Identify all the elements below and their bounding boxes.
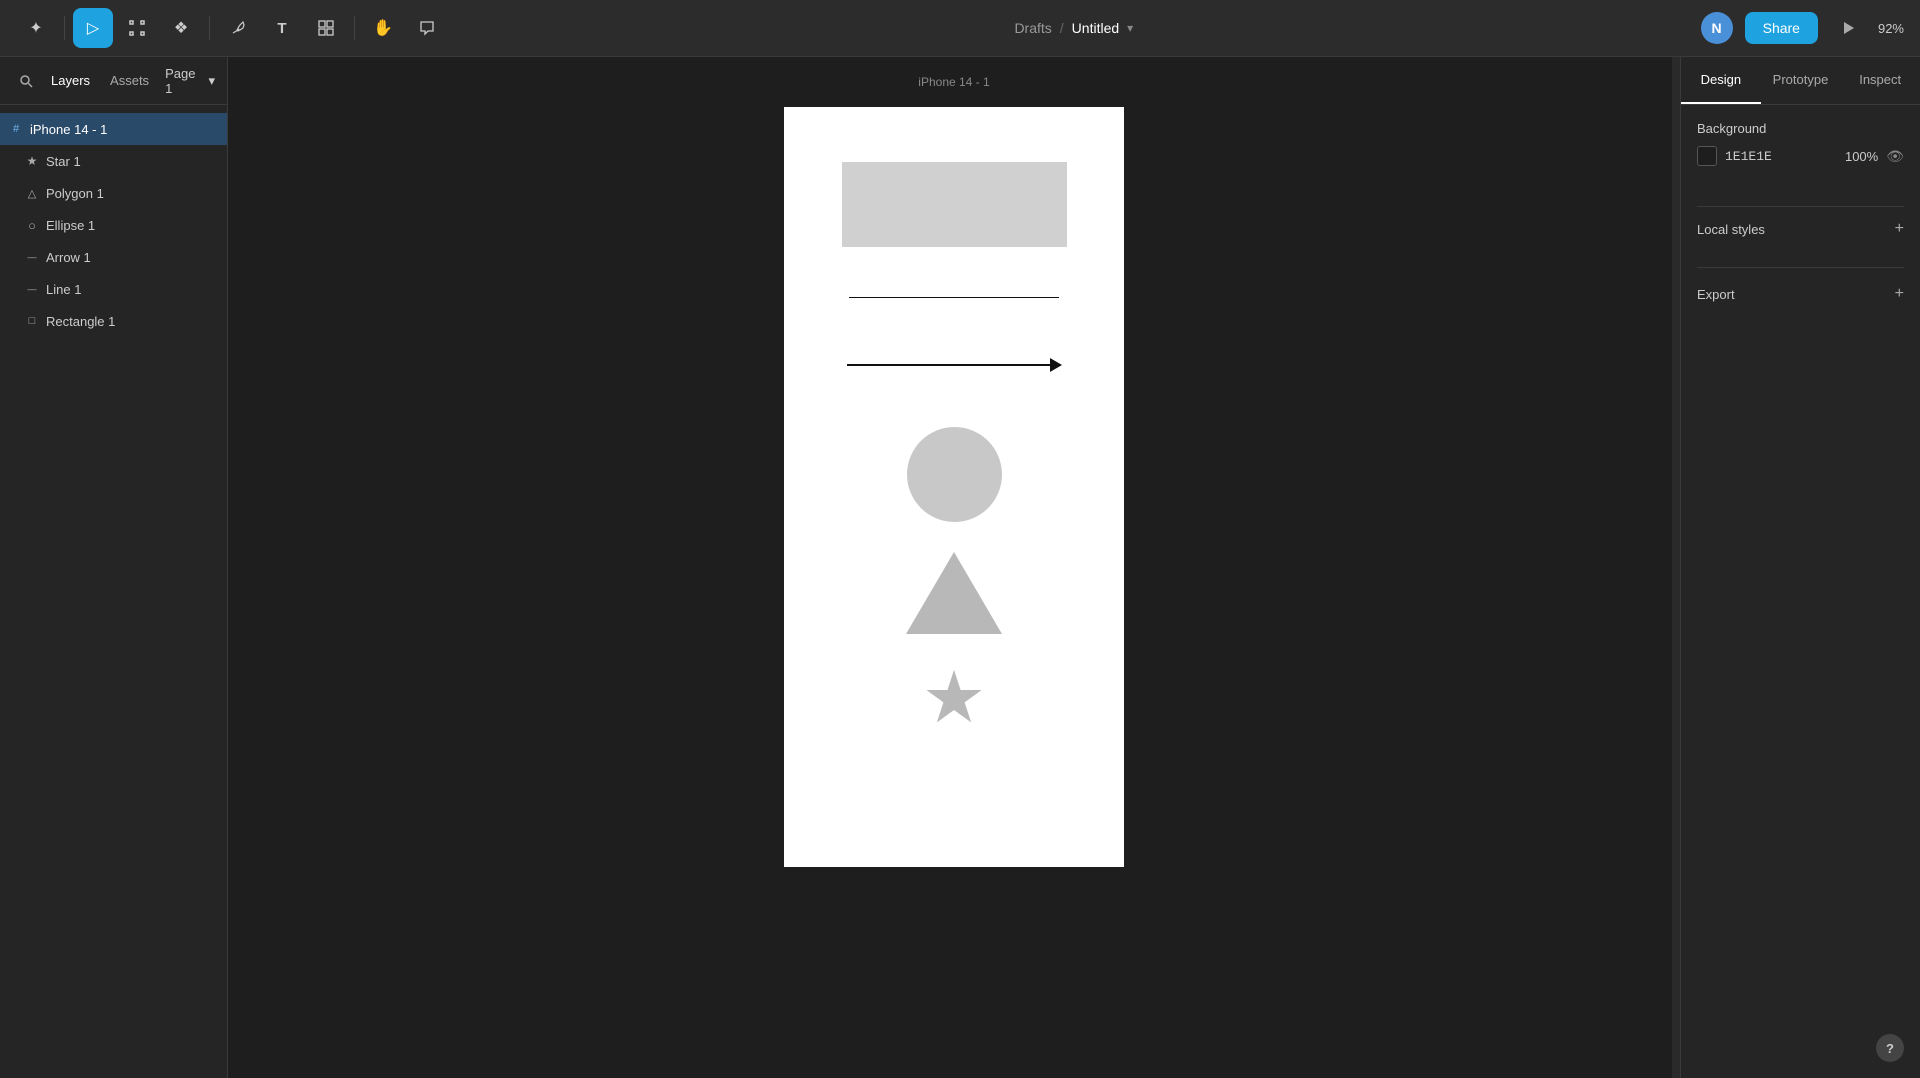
- breadcrumb-slash: /: [1060, 20, 1064, 36]
- right-panel: Design Prototype Inspect Background 1E1E…: [1680, 57, 1920, 1078]
- local-styles-title: Local styles: [1697, 222, 1765, 237]
- local-styles-header: Local styles +: [1697, 221, 1904, 237]
- polygon-layer-icon: △: [24, 185, 40, 201]
- canvas-line[interactable]: [849, 297, 1059, 298]
- assets-icon: [318, 20, 334, 36]
- background-section-header: Background: [1697, 121, 1904, 136]
- visibility-toggle-icon[interactable]: 👁: [1886, 148, 1904, 165]
- canvas-arrow[interactable]: [847, 358, 1062, 372]
- canvas-star[interactable]: ★: [922, 662, 987, 734]
- breadcrumb: Drafts / Untitled ▾: [1014, 20, 1133, 36]
- play-icon: [1841, 21, 1855, 35]
- tool-separator-3: [354, 16, 355, 40]
- layers-tab[interactable]: Layers: [43, 69, 98, 92]
- background-row: 1E1E1E 100% 👁: [1697, 146, 1904, 166]
- canvas-area[interactable]: iPhone 14 - 1 ★: [228, 57, 1680, 1078]
- topbar: ✦ ▷ ❖ T: [0, 0, 1920, 57]
- component-tool-button[interactable]: ❖: [161, 8, 201, 48]
- background-color-swatch[interactable]: [1697, 146, 1717, 166]
- frame-icon: [129, 20, 145, 36]
- toolbar-tools: ✦ ▷ ❖ T: [16, 8, 447, 48]
- background-section-title: Background: [1697, 121, 1766, 136]
- drafts-label[interactable]: Drafts: [1014, 20, 1051, 36]
- layer-rectangle-label: Rectangle 1: [46, 314, 115, 329]
- left-panel-header: Layers Assets Page 1 ▾: [0, 57, 227, 105]
- document-title[interactable]: Untitled: [1072, 20, 1119, 36]
- rectangle-layer-icon: □: [24, 313, 40, 329]
- hand-tool-button[interactable]: ✋: [363, 8, 403, 48]
- export-section: Export +: [1697, 286, 1904, 312]
- frame-layer-icon: #: [8, 121, 24, 137]
- artboard-frame[interactable]: ★: [784, 107, 1124, 867]
- add-local-style-button[interactable]: +: [1895, 221, 1904, 237]
- frame-tool-button[interactable]: [117, 8, 157, 48]
- help-button[interactable]: ?: [1876, 1034, 1904, 1062]
- tool-separator-2: [209, 16, 210, 40]
- topbar-right-actions: N Share 92%: [1701, 10, 1904, 46]
- layer-item-ellipse[interactable]: ○ Ellipse 1: [16, 209, 227, 241]
- inspect-tab[interactable]: Inspect: [1840, 57, 1920, 104]
- move-tool-button[interactable]: ▷: [73, 8, 113, 48]
- comment-tool-button[interactable]: [407, 8, 447, 48]
- main-area: Layers Assets Page 1 ▾ # iPhone 14 - 1 ★…: [0, 57, 1920, 1078]
- title-chevron[interactable]: ▾: [1127, 21, 1133, 35]
- layer-polygon-label: Polygon 1: [46, 186, 104, 201]
- right-panel-tabs: Design Prototype Inspect: [1681, 57, 1920, 105]
- background-opacity-value[interactable]: 100%: [1845, 149, 1878, 164]
- star-layer-icon: ★: [24, 153, 40, 169]
- layer-iphone-label: iPhone 14 - 1: [30, 122, 107, 137]
- user-avatar[interactable]: N: [1701, 12, 1733, 44]
- layer-star-label: Star 1: [46, 154, 81, 169]
- present-button[interactable]: [1830, 10, 1866, 46]
- layer-item-rectangle[interactable]: □ Rectangle 1: [16, 305, 227, 337]
- ellipse-layer-icon: ○: [24, 217, 40, 233]
- local-styles-section: Local styles +: [1697, 221, 1904, 247]
- comment-icon: [419, 20, 435, 36]
- prototype-tab[interactable]: Prototype: [1761, 57, 1841, 104]
- right-panel-body: Background 1E1E1E 100% 👁 Local styles +: [1681, 105, 1920, 328]
- text-tool-button[interactable]: T: [262, 8, 302, 48]
- canvas-rectangle[interactable]: [842, 162, 1067, 247]
- layer-item-iphone[interactable]: # iPhone 14 - 1: [0, 113, 227, 145]
- export-section-header: Export +: [1697, 286, 1904, 302]
- export-section-title: Export: [1697, 287, 1735, 302]
- layer-arrow-label: Arrow 1: [46, 250, 91, 265]
- assets-tab[interactable]: Assets: [102, 69, 157, 92]
- left-panel: Layers Assets Page 1 ▾ # iPhone 14 - 1 ★…: [0, 57, 228, 1078]
- page-selector[interactable]: Page 1 ▾: [165, 66, 215, 96]
- layer-line-label: Line 1: [46, 282, 81, 297]
- divider-2: [1697, 267, 1904, 268]
- divider-1: [1697, 206, 1904, 207]
- arrow-shaft: [847, 364, 1050, 366]
- canvas-ellipse[interactable]: [907, 427, 1002, 522]
- layer-item-polygon[interactable]: △ Polygon 1: [16, 177, 227, 209]
- layer-item-star[interactable]: ★ Star 1: [16, 145, 227, 177]
- assets-tool-button[interactable]: [306, 8, 346, 48]
- share-button[interactable]: Share: [1745, 12, 1818, 44]
- arrow-layer-icon: —: [24, 249, 40, 265]
- line-layer-icon: —: [24, 281, 40, 297]
- tool-separator-1: [64, 16, 65, 40]
- background-color-value[interactable]: 1E1E1E: [1725, 149, 1772, 164]
- search-icon: [19, 74, 33, 88]
- frame-label: iPhone 14 - 1: [918, 75, 989, 89]
- pen-icon: [230, 20, 246, 36]
- layers-list: # iPhone 14 - 1 ★ Star 1 △ Polygon 1 ○ E…: [0, 105, 227, 345]
- design-tab[interactable]: Design: [1681, 57, 1761, 104]
- zoom-level[interactable]: 92%: [1878, 21, 1904, 36]
- layer-item-line[interactable]: — Line 1: [16, 273, 227, 305]
- background-section: Background 1E1E1E 100% 👁: [1697, 121, 1904, 186]
- layer-item-arrow[interactable]: — Arrow 1: [16, 241, 227, 273]
- pen-tool-button[interactable]: [218, 8, 258, 48]
- canvas-polygon[interactable]: [906, 552, 1002, 634]
- search-button[interactable]: [12, 67, 39, 95]
- arrow-head-icon: [1050, 358, 1062, 372]
- figma-menu-button[interactable]: ✦: [16, 8, 56, 48]
- layer-ellipse-label: Ellipse 1: [46, 218, 95, 233]
- add-export-button[interactable]: +: [1895, 286, 1904, 302]
- canvas-scrollbar[interactable]: [1672, 57, 1680, 1078]
